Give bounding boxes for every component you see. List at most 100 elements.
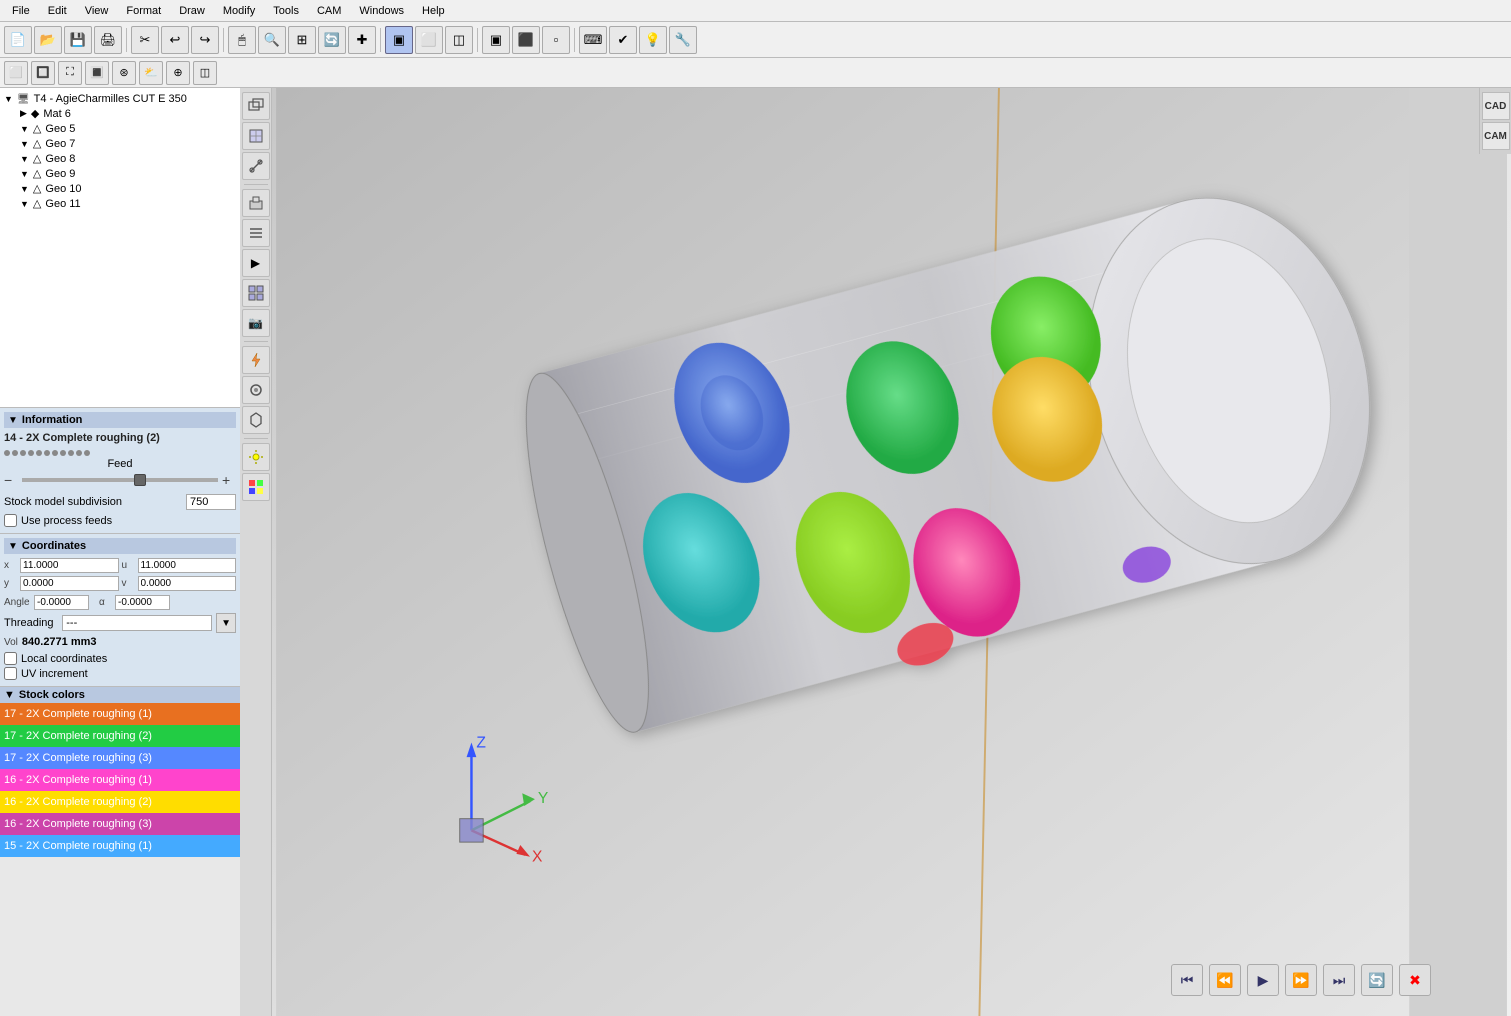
grid-icon[interactable] (242, 279, 270, 307)
rewind-start-button[interactable]: ⏮ (1171, 964, 1203, 996)
menu-tools[interactable]: Tools (265, 3, 307, 19)
menu-format[interactable]: Format (118, 3, 169, 19)
tb2-btn3[interactable]: ⛶ (58, 61, 82, 85)
uv-increment-checkbox[interactable] (4, 667, 17, 680)
left-panel: ▼ 🖥 T4 - AgieCharmilles CUT E 350 ▶ ◆ Ma… (0, 88, 240, 1016)
menu-edit[interactable]: Edit (40, 3, 75, 19)
tree-item-geo8[interactable]: ▼ △ Geo 8 (4, 151, 236, 166)
list-icon[interactable] (242, 219, 270, 247)
hex-icon[interactable] (242, 406, 270, 434)
stock-color-item-3[interactable]: 16 - 2X Complete roughing (1) (0, 769, 240, 791)
wrench-button[interactable]: 🔧 (669, 26, 697, 54)
stock-color-item-6[interactable]: 15 - 2X Complete roughing (1) (0, 835, 240, 857)
tb2-btn4[interactable]: 🔳 (85, 61, 109, 85)
menu-view[interactable]: View (77, 3, 117, 19)
feed-slider[interactable] (22, 478, 218, 482)
use-process-feeds-checkbox[interactable] (4, 514, 17, 527)
tb2-btn8[interactable]: ◫ (193, 61, 217, 85)
tree-item-mat6[interactable]: ▶ ◆ Mat 6 (4, 106, 236, 121)
square-button[interactable]: ⬜ (415, 26, 443, 54)
menu-cam[interactable]: CAM (309, 3, 349, 19)
light-button[interactable]: 💡 (639, 26, 667, 54)
coords-panel-header[interactable]: ▼ Coordinates (4, 538, 236, 554)
stock-colors-header[interactable]: ▼ Stock colors (0, 687, 240, 703)
threading-input[interactable] (62, 615, 212, 631)
fit-button[interactable]: ⊞ (288, 26, 316, 54)
refresh-button[interactable]: 🔄 (1361, 964, 1393, 996)
box1-button[interactable]: ▣ (482, 26, 510, 54)
stock-color-item-2[interactable]: 17 - 2X Complete roughing (3) (0, 747, 240, 769)
menu-help[interactable]: Help (414, 3, 453, 19)
tree-item-geo11[interactable]: ▼ △ Geo 11 (4, 196, 236, 211)
alpha-input[interactable] (115, 595, 170, 610)
v-input[interactable] (138, 576, 237, 591)
camera-icon[interactable]: 📷 (242, 309, 270, 337)
tb2-btn7[interactable]: ⊕ (166, 61, 190, 85)
print-button[interactable]: 🖨 (94, 26, 122, 54)
check-button[interactable]: ✔ (609, 26, 637, 54)
stock-subdivision-input[interactable] (186, 494, 236, 510)
cut-button[interactable]: ✂ (131, 26, 159, 54)
tool-icon[interactable] (242, 376, 270, 404)
viewport[interactable]: Z Y X (272, 88, 1511, 1016)
play-icon[interactable]: ▶ (242, 249, 270, 277)
root-expand-icon[interactable]: ▼ (4, 94, 13, 104)
rect-button[interactable]: ▣ (385, 26, 413, 54)
tree-item-geo5[interactable]: ▼ △ Geo 5 (4, 121, 236, 136)
keyboard-button[interactable]: ⌨ (579, 26, 607, 54)
box3-button[interactable]: ▫ (542, 26, 570, 54)
bright-icon[interactable] (242, 443, 270, 471)
x-input[interactable] (20, 558, 119, 573)
tb2-btn1[interactable]: ⬜ (4, 61, 28, 85)
play-button[interactable]: ▶ (1247, 964, 1279, 996)
tree-item-geo10[interactable]: ▼ △ Geo 10 (4, 181, 236, 196)
menu-modify[interactable]: Modify (215, 3, 263, 19)
menu-file[interactable]: File (4, 3, 38, 19)
select-button[interactable]: 🖱 (228, 26, 256, 54)
feed-plus-button[interactable]: + (222, 472, 236, 488)
zoom-button[interactable]: 🔍 (258, 26, 286, 54)
cam-tab[interactable]: CAM (1482, 122, 1510, 150)
view-3d-icon[interactable] (242, 92, 270, 120)
flash-icon[interactable] (242, 346, 270, 374)
feed-slider-thumb[interactable] (134, 474, 146, 486)
stop-button[interactable]: ✖ (1399, 964, 1431, 996)
u-input[interactable] (138, 558, 237, 573)
rotate-button[interactable]: 🔄 (318, 26, 346, 54)
view-button[interactable]: ◫ (445, 26, 473, 54)
undo-button[interactable]: ↩ (161, 26, 189, 54)
stock-color-item-0[interactable]: 17 - 2X Complete roughing (1) (0, 703, 240, 725)
open-button[interactable]: 📂 (34, 26, 62, 54)
stock-color-item-1[interactable]: 17 - 2X Complete roughing (2) (0, 725, 240, 747)
info-panel-header[interactable]: ▼ Information (4, 412, 236, 428)
tree-item-geo9[interactable]: ▼ △ Geo 9 (4, 166, 236, 181)
tb2-btn2[interactable]: 🔲 (31, 61, 55, 85)
y-input[interactable] (20, 576, 119, 591)
feed-minus-button[interactable]: − (4, 472, 18, 488)
stock-color-item-4[interactable]: 16 - 2X Complete roughing (2) (0, 791, 240, 813)
svg-text:Z: Z (476, 734, 486, 751)
stock-color-item-5[interactable]: 16 - 2X Complete roughing (3) (0, 813, 240, 835)
cad-tab[interactable]: CAD (1482, 92, 1510, 120)
new-button[interactable]: 📄 (4, 26, 32, 54)
add-button[interactable]: ✚ (348, 26, 376, 54)
tree-root[interactable]: ▼ 🖥 T4 - AgieCharmilles CUT E 350 (4, 92, 236, 106)
tree-item-geo7[interactable]: ▼ △ Geo 7 (4, 136, 236, 151)
save-button[interactable]: 💾 (64, 26, 92, 54)
forward-end-button[interactable]: ⏭ (1323, 964, 1355, 996)
fast-forward-button[interactable]: ⏩ (1285, 964, 1317, 996)
tb2-btn5[interactable]: ⊛ (112, 61, 136, 85)
redo-button[interactable]: ↪ (191, 26, 219, 54)
threading-browse-button[interactable]: ▼ (216, 613, 236, 633)
cut-icon[interactable] (242, 152, 270, 180)
plane-icon[interactable] (242, 122, 270, 150)
color-palette-icon[interactable] (242, 473, 270, 501)
local-coords-checkbox[interactable] (4, 652, 17, 665)
menu-windows[interactable]: Windows (351, 3, 412, 19)
tb2-btn6[interactable]: ⛅ (139, 61, 163, 85)
angle-input[interactable] (34, 595, 89, 610)
machine-icon[interactable] (242, 189, 270, 217)
box2-button[interactable]: ⬛ (512, 26, 540, 54)
menu-draw[interactable]: Draw (171, 3, 213, 19)
rewind-button[interactable]: ⏪ (1209, 964, 1241, 996)
